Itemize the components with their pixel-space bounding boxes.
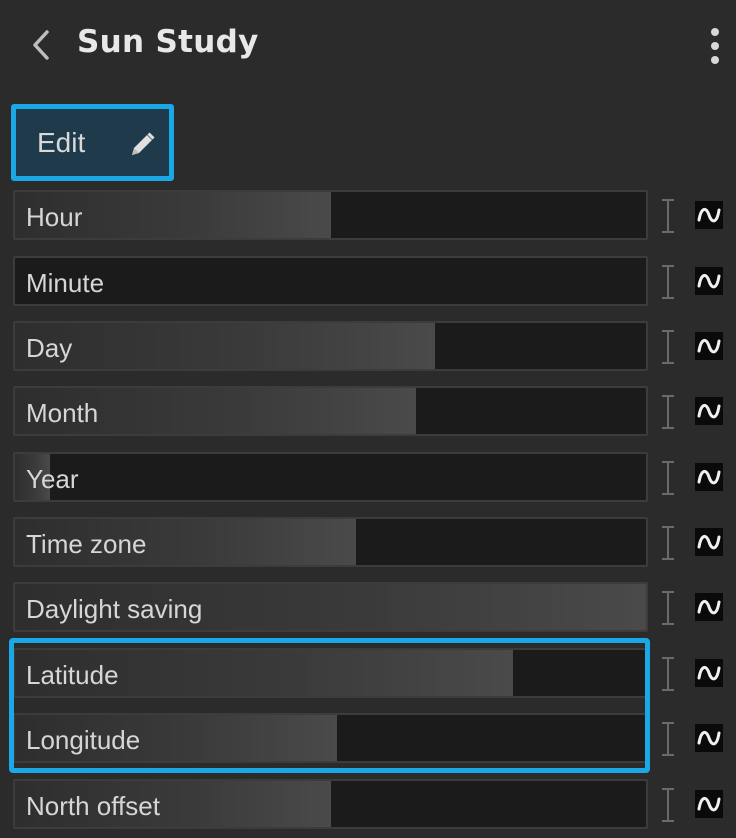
panel-title: Sun Study bbox=[77, 24, 259, 60]
param-row-north-offset: North offset bbox=[13, 779, 736, 831]
more-options-button[interactable] bbox=[700, 24, 730, 68]
pencil-icon bbox=[132, 132, 155, 155]
param-row-time-zone: Time zone bbox=[13, 517, 736, 569]
param-row-month: Month bbox=[13, 386, 736, 438]
param-row-longitude: Longitude bbox=[13, 713, 736, 765]
back-button[interactable] bbox=[26, 28, 56, 62]
param-row-latitude: Latitude bbox=[13, 648, 736, 700]
param-row-hour: Hour bbox=[13, 190, 736, 242]
drag-handle-icon[interactable] bbox=[657, 787, 679, 823]
param-slider[interactable]: North offset bbox=[13, 779, 648, 829]
animation-curve-icon[interactable] bbox=[695, 659, 723, 687]
param-label: Day bbox=[26, 333, 73, 363]
animation-curve-icon[interactable] bbox=[695, 267, 723, 295]
param-label: Month bbox=[26, 398, 99, 428]
animation-curve-icon[interactable] bbox=[695, 724, 723, 752]
param-slider[interactable]: Latitude bbox=[13, 648, 648, 698]
animation-curve-icon[interactable] bbox=[695, 201, 723, 229]
animation-curve-icon[interactable] bbox=[695, 790, 723, 818]
animation-curve-icon[interactable] bbox=[695, 332, 723, 360]
animation-curve-icon[interactable] bbox=[695, 593, 723, 621]
param-label: Year bbox=[26, 464, 79, 494]
drag-handle-icon[interactable] bbox=[657, 590, 679, 626]
drag-handle-icon[interactable] bbox=[657, 525, 679, 561]
param-label: Latitude bbox=[26, 660, 119, 690]
drag-handle-icon[interactable] bbox=[657, 394, 679, 430]
chevron-left-icon bbox=[33, 30, 49, 60]
drag-handle-icon[interactable] bbox=[657, 198, 679, 234]
edit-button[interactable]: Edit bbox=[11, 104, 174, 181]
param-label: Time zone bbox=[26, 529, 147, 559]
more-dot-icon bbox=[711, 28, 719, 36]
param-slider[interactable]: Hour bbox=[13, 190, 648, 240]
slider-fill bbox=[15, 323, 435, 369]
drag-handle-icon[interactable] bbox=[657, 721, 679, 757]
panel-header: Sun Study bbox=[0, 0, 736, 90]
animation-curve-icon[interactable] bbox=[695, 528, 723, 556]
param-slider[interactable]: Day bbox=[13, 321, 648, 371]
more-dot-icon bbox=[711, 42, 719, 50]
param-slider[interactable]: Minute bbox=[13, 256, 648, 306]
param-slider[interactable]: Year bbox=[13, 452, 648, 502]
param-label: Hour bbox=[26, 202, 83, 232]
param-label: Longitude bbox=[26, 725, 141, 755]
param-label: Daylight saving bbox=[26, 594, 203, 624]
param-slider[interactable]: Longitude bbox=[13, 713, 648, 763]
drag-handle-icon[interactable] bbox=[657, 329, 679, 365]
drag-handle-icon[interactable] bbox=[657, 656, 679, 692]
drag-handle-icon[interactable] bbox=[657, 460, 679, 496]
param-label: Minute bbox=[26, 268, 105, 298]
param-slider[interactable]: Month bbox=[13, 386, 648, 436]
param-row-daylight-saving: Daylight saving bbox=[13, 582, 736, 634]
param-row-year: Year bbox=[13, 452, 736, 504]
param-slider[interactable]: Daylight saving bbox=[13, 582, 648, 632]
animation-curve-icon[interactable] bbox=[695, 397, 723, 425]
animation-curve-icon[interactable] bbox=[695, 463, 723, 491]
drag-handle-icon[interactable] bbox=[657, 264, 679, 300]
more-dot-icon bbox=[711, 56, 719, 64]
param-label: North offset bbox=[26, 791, 160, 821]
param-row-day: Day bbox=[13, 321, 736, 373]
param-slider[interactable]: Time zone bbox=[13, 517, 648, 567]
param-row-minute: Minute bbox=[13, 256, 736, 308]
edit-button-label: Edit bbox=[37, 126, 86, 158]
